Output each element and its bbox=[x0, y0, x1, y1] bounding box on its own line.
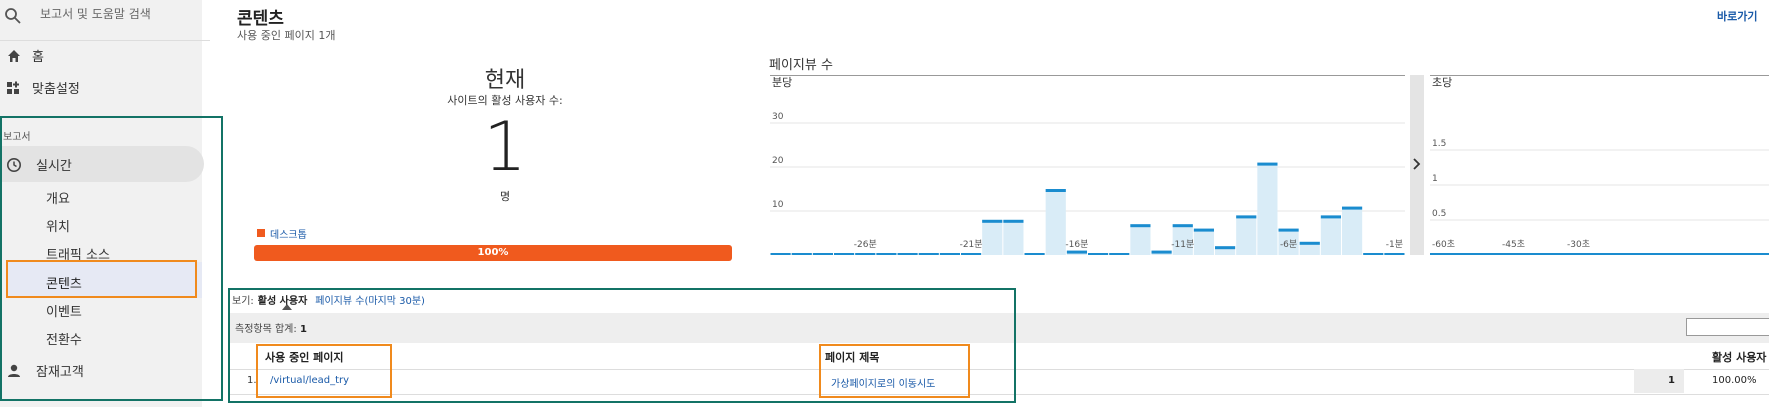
table-filter-input[interactable] bbox=[1686, 318, 1769, 336]
chart-minute-xtick: -11분 bbox=[1171, 239, 1194, 250]
chart-minute-bar-zero bbox=[834, 253, 855, 255]
chart-minute-bar-zero bbox=[1384, 253, 1405, 255]
chart-minute-bar[interactable] bbox=[1193, 228, 1214, 255]
chart-second-xtick: -30초 bbox=[1567, 239, 1590, 250]
chart-minute-bar-zero bbox=[812, 253, 833, 255]
active-users-label: 사이트의 활성 사용자 수: bbox=[447, 94, 563, 107]
sidebar-item-customization[interactable]: 맞춤설정 bbox=[0, 78, 200, 98]
pageviews-title: 페이지뷰 수 bbox=[769, 58, 833, 73]
active-users-count: 1 bbox=[483, 108, 527, 187]
chart-minute-xtick: -1분 bbox=[1386, 239, 1403, 250]
search-input[interactable]: 보고서 및 도움말 검색 bbox=[40, 5, 151, 22]
chart-minute-bar-zero bbox=[897, 253, 918, 255]
chart-minute-bar[interactable] bbox=[1257, 162, 1278, 255]
chart-minute-bar-zero bbox=[1024, 253, 1045, 255]
chart-minute-ytick: 30 bbox=[772, 112, 784, 122]
chart-minute-xtick: -21분 bbox=[960, 239, 983, 250]
legend-swatch bbox=[257, 229, 265, 237]
sidebar-item-home[interactable]: 홈 bbox=[0, 46, 200, 66]
chart-minute-xtick: -16분 bbox=[1065, 239, 1088, 250]
page-subtitle: 사용 중인 페이지 1개 bbox=[237, 29, 336, 42]
chart-minute-bar-zero bbox=[876, 253, 897, 255]
chart-second-ylabel: 초당 bbox=[1432, 76, 1452, 89]
chart-minute-bar-top bbox=[1130, 224, 1151, 228]
chart-minute-bar-top bbox=[1172, 224, 1193, 228]
chart-second-ytick: 1 bbox=[1432, 174, 1438, 184]
chart-minute-bar-zero bbox=[918, 253, 939, 255]
current-label: 현재 bbox=[484, 68, 526, 93]
chart-minute-bar-zero bbox=[855, 253, 876, 255]
chart-second-ytick: 1.5 bbox=[1432, 139, 1446, 149]
table-cell-bg bbox=[1634, 369, 1684, 393]
chart-second-bg bbox=[1430, 75, 1769, 255]
row-active-count: 1 bbox=[1668, 375, 1675, 386]
chart-minute-bar-top bbox=[982, 219, 1003, 223]
chart-minute-bar-top bbox=[1278, 228, 1299, 232]
dashboard-icon bbox=[7, 81, 19, 94]
chart-minute-bar-zero bbox=[961, 253, 982, 255]
search-bar[interactable]: 보고서 및 도움말 검색 bbox=[0, 0, 202, 36]
chart-minute-bar-top bbox=[1215, 246, 1236, 250]
highlight-box-content bbox=[6, 260, 197, 298]
chart-minute-bar-zero bbox=[939, 253, 960, 255]
page-title: 콘텐츠 bbox=[237, 9, 284, 29]
chart-minute-bar-top bbox=[1151, 250, 1172, 254]
chart-minute-ylabel: 분당 bbox=[772, 76, 792, 89]
chart-minute-bar-zero bbox=[791, 253, 812, 255]
highlight-box-page-column bbox=[256, 344, 392, 398]
unit-label: 명 bbox=[499, 190, 511, 203]
chart-minute-bar-top bbox=[1193, 228, 1214, 232]
chart-minute-bar[interactable] bbox=[1003, 219, 1024, 255]
chart-minute-bar[interactable] bbox=[1342, 206, 1363, 255]
search-icon bbox=[5, 8, 21, 24]
chart-minute-xtick: -6분 bbox=[1280, 239, 1297, 250]
highlight-box-reports bbox=[0, 116, 223, 401]
chart-minute-bar-zero bbox=[1363, 253, 1384, 255]
chart-minute-bar[interactable] bbox=[1236, 215, 1257, 255]
device-share-bar: 100% bbox=[254, 245, 732, 261]
chart-minute-bar-zero bbox=[1109, 253, 1130, 255]
divider bbox=[0, 40, 210, 41]
shortcut-link[interactable]: 바로가기 bbox=[1717, 8, 1757, 24]
chart-minute-bar[interactable] bbox=[1320, 215, 1341, 255]
chart-second-ytick: 0.5 bbox=[1432, 209, 1446, 219]
chart-minute-bar-top bbox=[1257, 162, 1278, 166]
sidebar-item-label: 홈 bbox=[32, 50, 44, 65]
chart-minute-bar-top bbox=[1320, 215, 1341, 219]
chart-minute-bar[interactable] bbox=[982, 219, 1003, 255]
chart-minute-bar-top bbox=[1342, 206, 1363, 210]
highlight-box-title-column bbox=[819, 344, 970, 398]
row-active-percent: 100.00% bbox=[1712, 375, 1757, 386]
chart-minute-ytick: 10 bbox=[772, 200, 784, 210]
chart-minute-bar[interactable] bbox=[1045, 189, 1066, 255]
chart-minute-ytick: 20 bbox=[772, 156, 784, 166]
pageviews-charts: 분당 10 20 30 -26분 -21분 -16분 -11분 -6분 -1분 초당 0.5 1 1.5 -… bbox=[770, 75, 1769, 255]
device-share-label: 100% bbox=[477, 247, 509, 258]
sidebar-item-label: 맞춤설정 bbox=[32, 82, 80, 97]
chart-minute-bar-zero bbox=[770, 253, 791, 255]
chart-second-xtick: -60초 bbox=[1432, 239, 1455, 250]
chart-minute-bar[interactable] bbox=[1130, 224, 1151, 255]
chart-second-xtick: -45초 bbox=[1502, 239, 1525, 250]
chart-minute-bar-top bbox=[1003, 219, 1024, 223]
chart-minute-bar-top bbox=[1045, 189, 1066, 192]
chart-minute-bar-top bbox=[1299, 241, 1320, 245]
chart-minute-bar-top bbox=[1066, 250, 1087, 254]
chart-minute-bar-top bbox=[1236, 215, 1257, 219]
home-icon bbox=[8, 50, 20, 62]
column-header-active-users[interactable]: 활성 사용자 bbox=[1712, 349, 1766, 365]
device-legend-desktop: 데스크톱 bbox=[270, 230, 307, 241]
chart-minute-bar-zero bbox=[1088, 253, 1109, 255]
chart-minute-xtick: -26분 bbox=[854, 239, 877, 250]
chart-minute-bg bbox=[770, 75, 1405, 255]
